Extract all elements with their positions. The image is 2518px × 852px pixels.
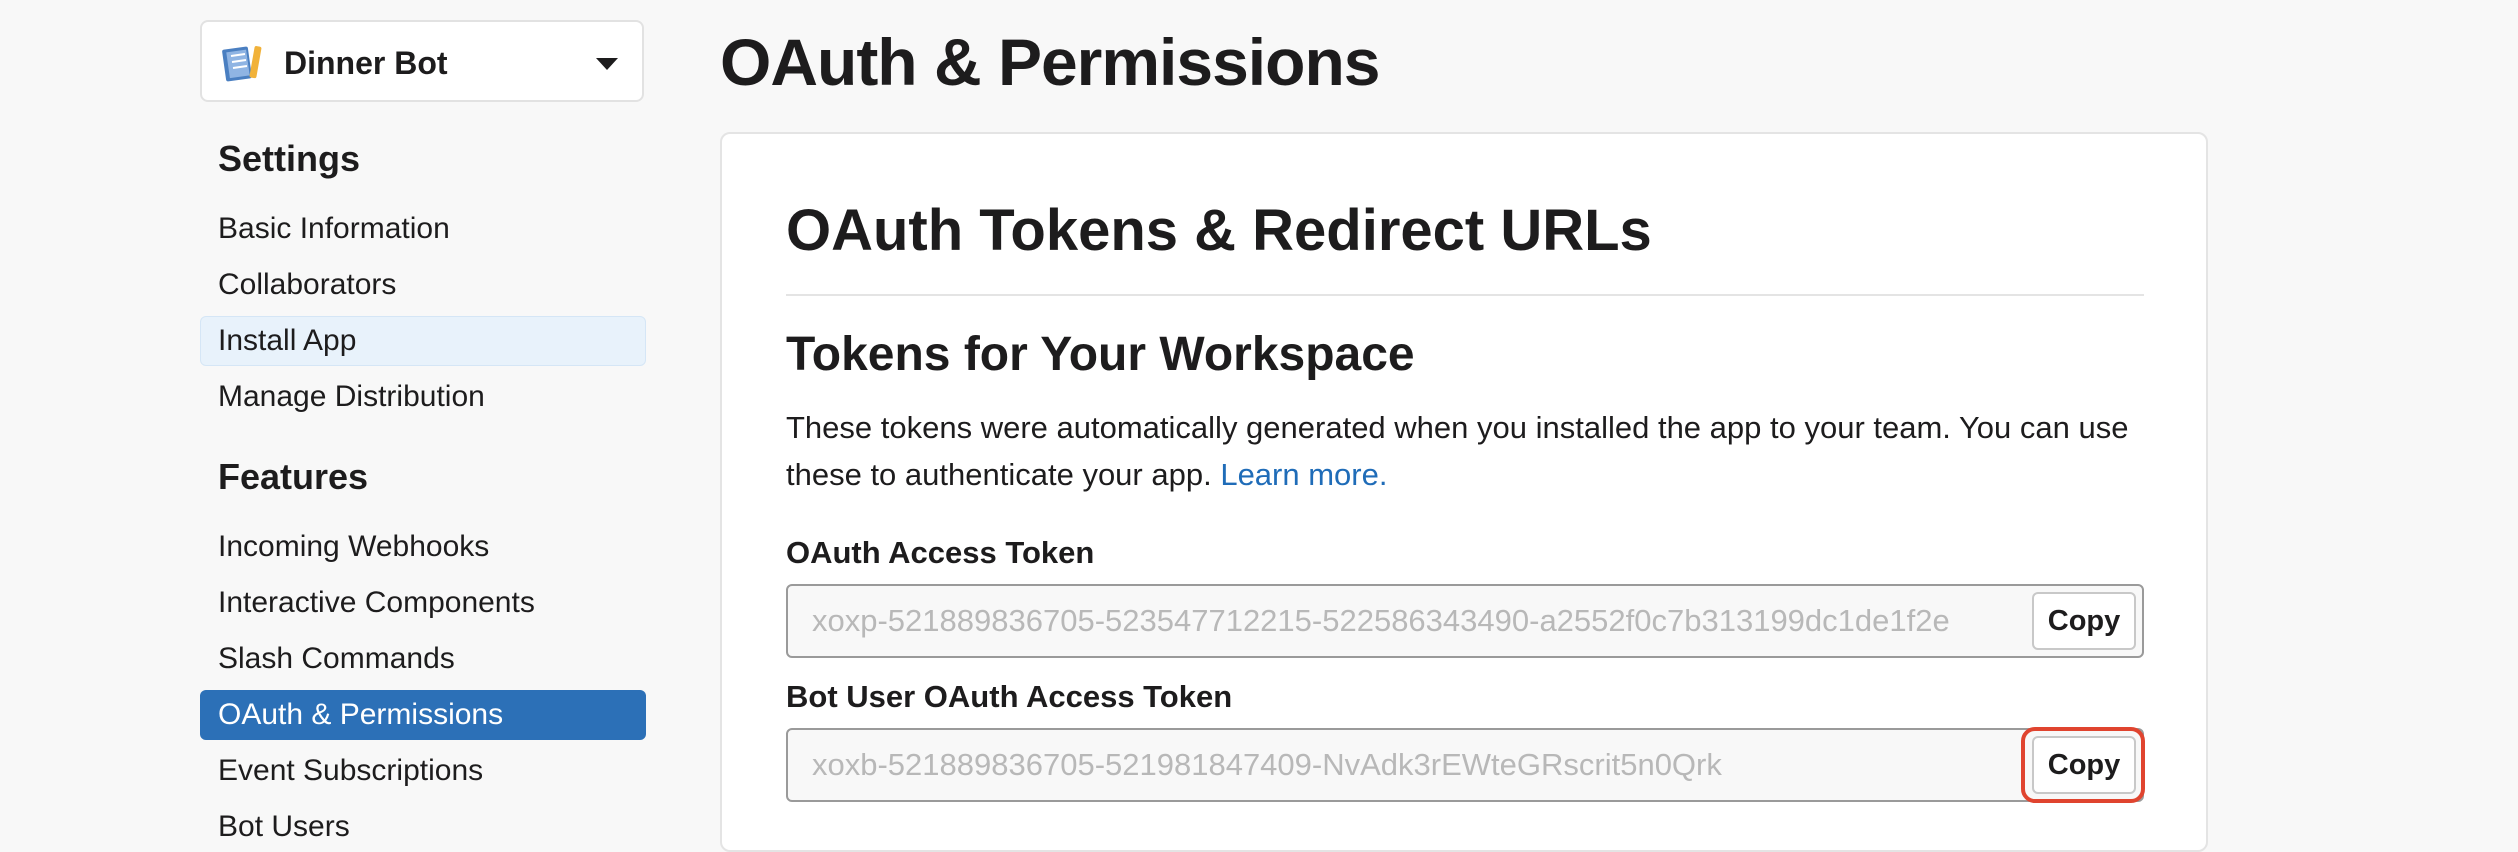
page-title: OAuth & Permissions [720,25,1380,99]
oauth-token-field[interactable]: xoxp-521889836705-523547712215-522586343… [786,584,2144,658]
description: These tokens were automatically generate… [786,404,2146,498]
app-name: Dinner Bot [284,45,448,81]
sidebar-item-interactive-components[interactable]: Interactive Components [200,578,646,628]
features-section-title: Features [218,456,369,497]
sidebar-item-bot-users[interactable]: Bot Users [200,802,646,852]
sidebar-item-slash-commands[interactable]: Slash Commands [200,634,646,684]
sidebar-item-manage-distribution[interactable]: Manage Distribution [200,372,646,422]
description-text: These tokens were automatically generate… [786,410,2129,492]
settings-section-title: Settings [218,138,361,179]
learn-more-link[interactable]: Learn more. [1220,457,1387,492]
section-title: Tokens for Your Workspace [786,328,1415,381]
sidebar-item-install-app[interactable]: Install App [200,316,646,366]
sidebar-item-basic-information[interactable]: Basic Information [200,204,646,254]
highlight-ring [2021,727,2145,803]
sidebar-item-collaborators[interactable]: Collaborators [200,260,646,310]
sidebar-item-event-subscriptions[interactable]: Event Subscriptions [200,746,646,796]
bot-token-field[interactable]: xoxb-521889836705-521981847409-NvAdk3rEW… [786,727,2145,803]
bot-token-label: Bot User OAuth Access Token [786,679,1233,714]
oauth-token-value: xoxp-521889836705-523547712215-522586343… [812,603,1950,638]
bot-token-value: xoxb-521889836705-521981847409-NvAdk3rEW… [812,747,1722,782]
oauth-token-label: OAuth Access Token [786,535,1095,570]
divider [786,294,2144,296]
sidebar: Dinner Bot Settings Basic Information Co… [200,0,648,843]
oauth-card: OAuth Tokens & Redirect URLs Tokens for … [720,132,2208,852]
chevron-down-icon[interactable] [596,58,618,70]
sidebar-item-incoming-webhooks[interactable]: Incoming Webhooks [200,522,646,572]
copy-oauth-token-button[interactable]: Copy [2032,592,2136,650]
app-book-icon [220,42,264,84]
sidebar-item-oauth-permissions[interactable]: OAuth & Permissions [200,690,646,740]
app-selector[interactable]: Dinner Bot [200,20,644,102]
card-title: OAuth Tokens & Redirect URLs [786,198,1652,263]
